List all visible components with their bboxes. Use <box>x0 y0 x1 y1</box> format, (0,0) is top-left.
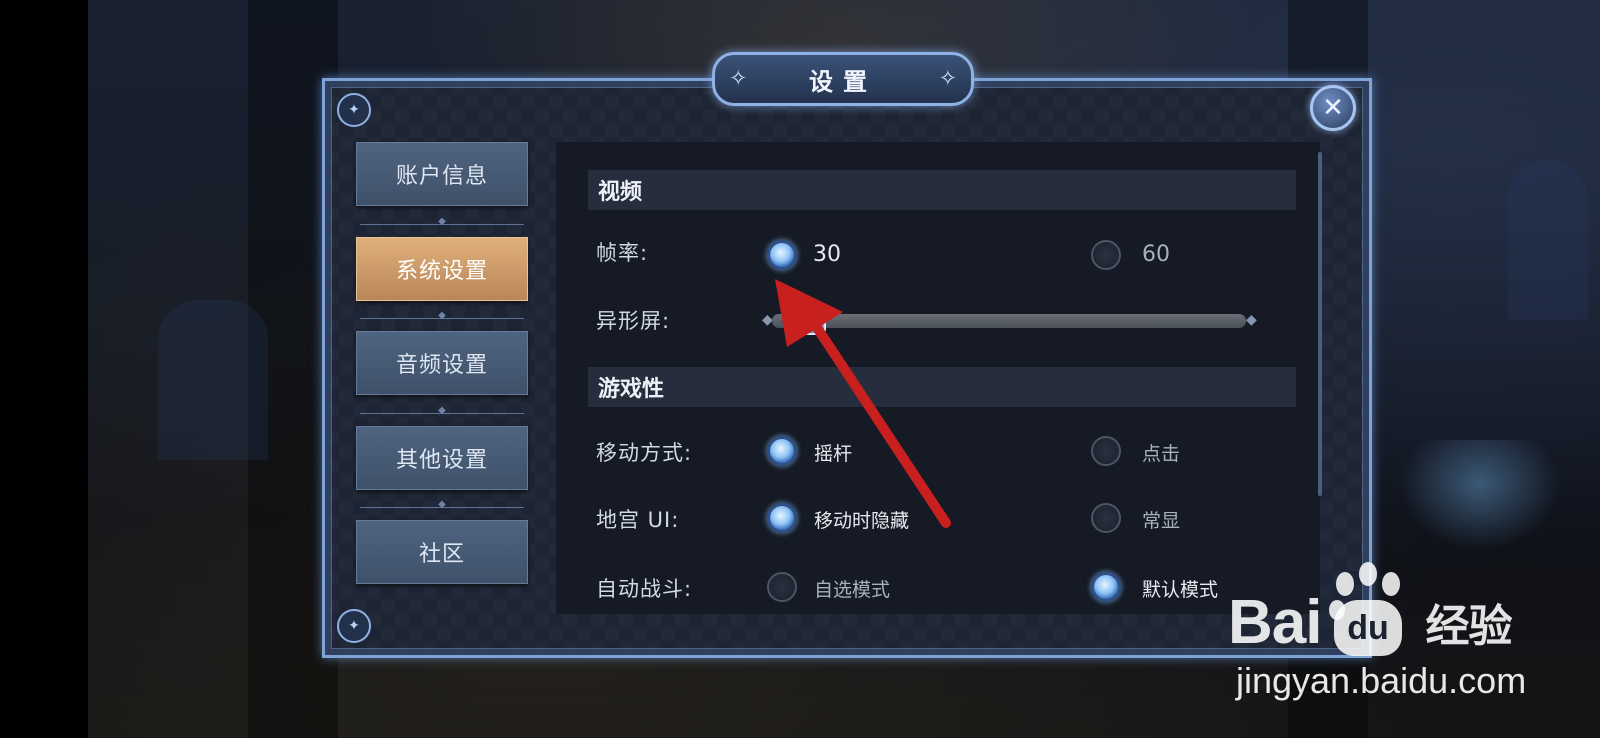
sidebar-divider <box>360 409 524 419</box>
watermark-brand-mid: du <box>1347 608 1389 647</box>
sidebar-item-audio[interactable]: 音频设置 <box>356 331 528 395</box>
framerate-30-label: 30 <box>813 242 841 267</box>
dungeon-ui-always-radio[interactable] <box>1091 503 1121 533</box>
auto-battle-custom-label: 自选模式 <box>814 579 891 601</box>
auto-battle-label: 自动战斗: <box>596 577 693 601</box>
slider-end-right-icon: ◆ <box>1246 312 1257 328</box>
auto-battle-custom-radio[interactable] <box>767 572 797 602</box>
sidebar-item-account[interactable]: 账户信息 <box>356 142 528 206</box>
sidebar-divider <box>360 503 524 513</box>
framerate-label: 帧率: <box>596 241 649 265</box>
section-header-video: 视频 <box>588 170 1296 210</box>
watermark-url: jingyan.baidu.com <box>1236 660 1527 701</box>
close-button[interactable]: ✕ <box>1310 85 1356 131</box>
section-header-gameplay: 游戏性 <box>588 367 1296 407</box>
movement-tap-radio[interactable] <box>1091 436 1121 466</box>
dialog-title-plate: ✧ 设置 ✧ <box>712 52 974 106</box>
corner-ornament-icon: ✦ <box>337 93 371 127</box>
notch-slider-track[interactable] <box>772 314 1246 328</box>
dungeon-ui-label: 地宫 UI: <box>596 508 680 532</box>
dungeon-ui-hide-radio[interactable] <box>767 503 797 533</box>
sidebar-item-community[interactable]: 社区 <box>356 520 528 584</box>
auto-battle-default-radio[interactable] <box>1091 572 1121 602</box>
movement-tap-label: 点击 <box>1142 443 1181 465</box>
corner-ornament-icon: ✦ <box>337 609 371 643</box>
star-ornament-icon: ✧ <box>729 66 748 92</box>
movement-joystick-label: 摇杆 <box>814 443 853 465</box>
watermark-paw-pad: du <box>1334 600 1402 656</box>
scrollbar[interactable] <box>1318 152 1322 496</box>
sidebar-item-system[interactable]: 系统设置 <box>356 237 528 301</box>
notch-slider-thumb[interactable] <box>788 307 826 335</box>
dungeon-ui-hide-label: 移动时隐藏 <box>814 510 910 532</box>
framerate-60-label: 60 <box>1142 242 1170 267</box>
dungeon-ui-always-label: 常显 <box>1142 510 1181 532</box>
star-ornament-icon: ✧ <box>938 66 957 92</box>
notch-label: 异形屏: <box>596 309 671 333</box>
sidebar-divider <box>360 220 524 230</box>
dialog-title: 设置 <box>809 67 877 96</box>
movement-label: 移动方式: <box>596 441 693 465</box>
framerate-60-radio[interactable] <box>1091 240 1121 270</box>
close-icon: ✕ <box>1322 93 1344 123</box>
auto-battle-default-label: 默认模式 <box>1142 579 1219 601</box>
framerate-30-radio[interactable] <box>767 240 797 270</box>
watermark-brand-left: Bai <box>1228 587 1322 657</box>
sidebar-divider <box>360 314 524 324</box>
movement-joystick-radio[interactable] <box>767 436 797 466</box>
watermark-brand-right: 经验 <box>1425 602 1512 651</box>
sidebar-item-other[interactable]: 其他设置 <box>356 426 528 490</box>
